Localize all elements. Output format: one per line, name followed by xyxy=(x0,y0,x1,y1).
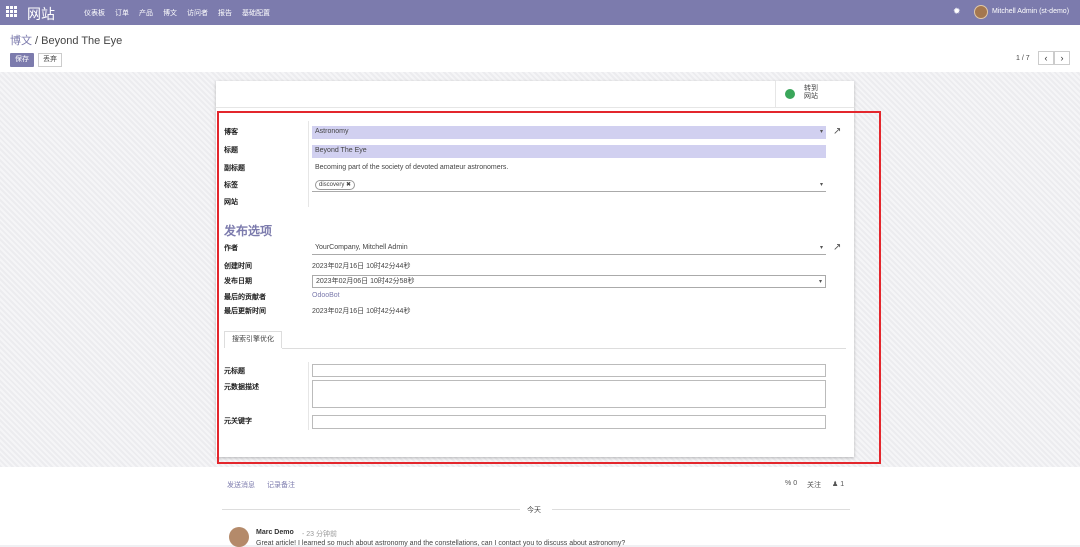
menu-item-blog-posts[interactable]: 博文 xyxy=(163,8,177,18)
followers-button[interactable]: ♟ 1 xyxy=(832,480,844,488)
user-name[interactable]: Mitchell Admin (st-demo) xyxy=(992,8,1069,15)
date-divider-right xyxy=(552,509,850,510)
menu-item-products[interactable]: 产品 xyxy=(139,8,153,18)
breadcrumb-current: Beyond The Eye xyxy=(41,35,123,47)
control-panel: 博文 / Beyond The Eye 保存 丢弃 1 / 7 ‹ › xyxy=(0,25,1080,73)
pager-next-button[interactable]: › xyxy=(1054,51,1070,65)
followers-count: 1 xyxy=(840,481,845,488)
smart-button-label: 转到 网站 xyxy=(804,85,844,101)
discard-button[interactable]: 丢弃 xyxy=(38,53,62,67)
menu-item-orders[interactable]: 订单 xyxy=(115,8,129,18)
breadcrumb: 博文 / Beyond The Eye xyxy=(10,32,122,48)
annotation-highlight-box xyxy=(217,111,881,464)
debug-bug-icon[interactable]: ✹ xyxy=(953,6,961,17)
paperclip-icon: % xyxy=(785,480,792,487)
menu-item-visitors[interactable]: 访问者 xyxy=(187,8,208,18)
message-time: - 23 分钟前 xyxy=(302,531,338,538)
pager-buttons: ‹ › xyxy=(1038,51,1070,65)
pager-previous-button[interactable]: ‹ xyxy=(1038,51,1054,65)
pager-counter[interactable]: 1 / 7 xyxy=(1016,55,1030,62)
save-button[interactable]: 保存 xyxy=(10,53,34,67)
message-author-avatar[interactable] xyxy=(229,527,249,547)
chatter: 发送消息 记录备注 % 0 关注 ♟ 1 今天 Marc Demo - 23 分… xyxy=(0,467,1080,547)
message-body: Great article! I learned so much about a… xyxy=(256,540,626,547)
user-icon: ♟ xyxy=(832,481,839,488)
smart-button-line1: 转到 xyxy=(804,85,818,92)
date-divider-left xyxy=(222,509,520,510)
main-menu: 仪表板 订单 产品 博文 访问者 报告 基础配置 xyxy=(84,8,270,18)
menu-item-reports[interactable]: 报告 xyxy=(218,8,232,18)
breadcrumb-separator: / xyxy=(32,35,42,47)
breadcrumb-parent[interactable]: 博文 xyxy=(10,35,32,47)
menu-item-configuration[interactable]: 基础配置 xyxy=(242,8,270,18)
message-author[interactable]: Marc Demo xyxy=(256,529,294,536)
attachments-count: 0 xyxy=(793,480,798,487)
go-to-website-button[interactable]: 转到 网站 xyxy=(775,81,854,107)
follow-button[interactable]: 关注 xyxy=(807,480,821,490)
top-navbar: 网站 仪表板 订单 产品 博文 访问者 报告 基础配置 ✹ Mitchell A… xyxy=(0,0,1080,25)
globe-icon xyxy=(785,89,795,99)
button-box: 转到 网站 xyxy=(216,81,854,108)
log-note-button[interactable]: 记录备注 xyxy=(267,480,295,490)
menu-item-dashboard[interactable]: 仪表板 xyxy=(84,8,105,18)
user-avatar[interactable] xyxy=(974,5,988,19)
date-divider-label: 今天 xyxy=(527,507,541,514)
apps-menu-icon[interactable] xyxy=(6,6,17,17)
attachments-button[interactable]: % 0 xyxy=(785,480,797,487)
send-message-button[interactable]: 发送消息 xyxy=(227,480,255,490)
smart-button-line2: 网站 xyxy=(804,93,818,100)
app-title[interactable]: 网站 xyxy=(27,4,55,24)
